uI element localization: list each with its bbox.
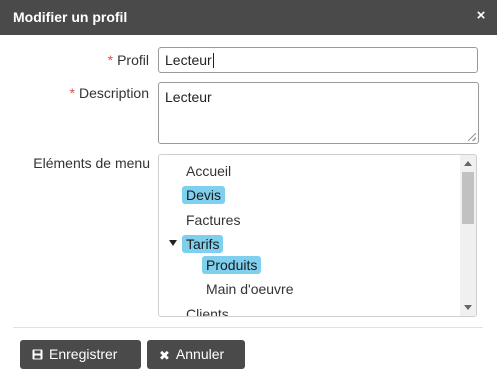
cancel-button[interactable]: ✖ Annuler [147, 340, 245, 369]
footer-divider [13, 327, 483, 328]
cancel-button-label: Annuler [175, 346, 225, 362]
tree-item-factures[interactable]: Factures [182, 211, 244, 229]
required-marker: * [69, 85, 75, 101]
required-marker: * [107, 52, 114, 68]
description-textarea-value: Lecteur [165, 89, 212, 105]
save-button-label: Enregistrer [49, 346, 118, 362]
tree-scrollbar[interactable] [460, 155, 476, 316]
edit-profile-dialog: Modifier un profil × * Profil Lecteur * De… [0, 0, 497, 391]
tree-item-main-doeuvre[interactable]: Main d'oeuvre [202, 280, 298, 298]
save-button[interactable]: Enregistrer [20, 340, 141, 369]
tree-item-accueil[interactable]: Accueil [182, 162, 235, 180]
floppy-disk-icon [32, 341, 43, 370]
profil-input-value: Lecteur [165, 52, 212, 68]
scroll-down-icon[interactable] [464, 305, 472, 310]
dialog-title: Modifier un profil [13, 9, 128, 25]
tree-item-devis[interactable]: Devis [182, 186, 226, 204]
scroll-thumb[interactable] [462, 172, 474, 224]
menu-tree[interactable]: Accueil Devis Factures Tarifs Produits M… [158, 154, 477, 317]
menu-elements-label: Eléments de menu [33, 155, 150, 171]
profil-input[interactable]: Lecteur [158, 47, 478, 73]
text-caret [212, 53, 214, 68]
close-icon: ✖ [159, 348, 170, 363]
description-label: * Description [40, 85, 149, 101]
dialog-titlebar: Modifier un profil × [0, 0, 497, 35]
scroll-up-icon[interactable] [464, 161, 472, 166]
profil-label: * Profil [60, 52, 149, 68]
description-textarea[interactable]: Lecteur [158, 82, 479, 144]
close-icon[interactable]: × [474, 8, 488, 24]
tree-item-produits[interactable]: Produits [202, 256, 262, 274]
profil-label-text: Profil [117, 52, 149, 68]
resize-grip-icon[interactable] [468, 133, 476, 141]
tree-item-clients[interactable]: Clients [182, 305, 233, 316]
tree-item-tarifs[interactable]: Tarifs [182, 235, 224, 253]
expand-toggle-icon[interactable] [169, 240, 177, 246]
description-label-text: Description [78, 85, 149, 101]
